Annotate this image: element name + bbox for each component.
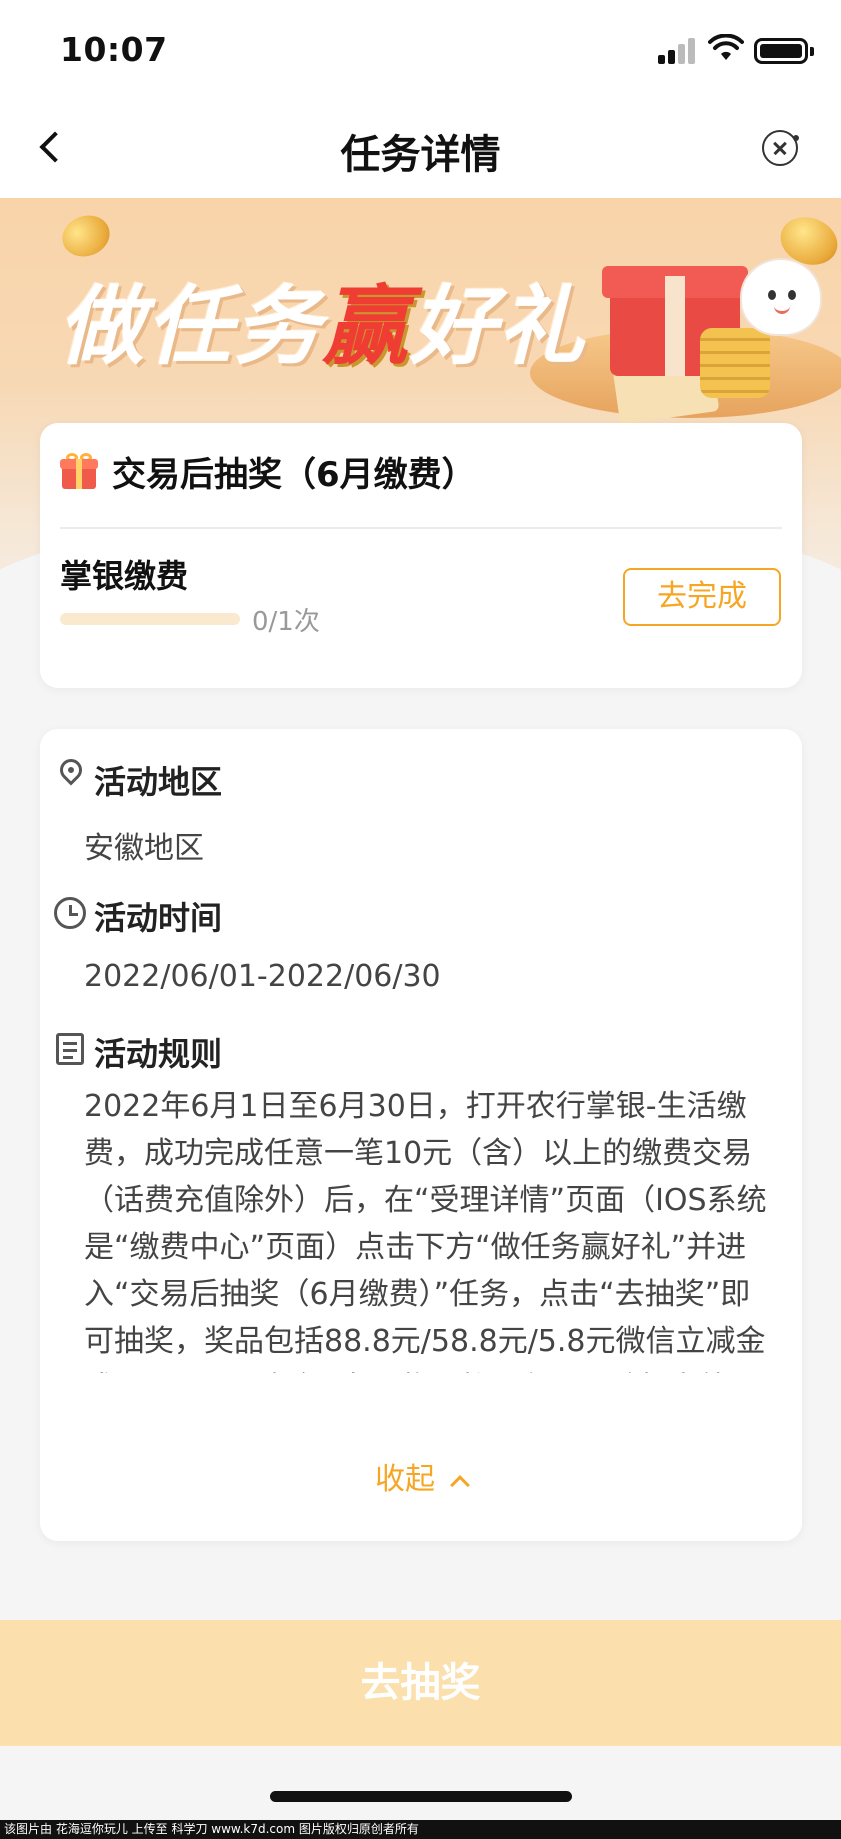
home-indicator (270, 1791, 572, 1802)
status-bar: 10:07 (0, 0, 841, 100)
coin-decoration-icon (56, 208, 116, 264)
time-label: 活动时间 (94, 899, 223, 937)
page-title: 任务详情 (340, 132, 501, 178)
complete-task-button[interactable]: 去完成 (623, 568, 781, 626)
wifi-icon (708, 34, 744, 60)
close-icon (793, 135, 799, 141)
subtask-name: 掌银缴费 (60, 557, 189, 595)
watermark-text: 该图片由 花海逗你玩儿 上传至 科学刀 www.k7d.com 图片版权归原创者… (0, 1820, 841, 1839)
rules-label: 活动规则 (94, 1035, 223, 1073)
rules-text: 2022年6月1日至6月30日，打开农行掌银-生活缴费，成功完成任意一笔10元（… (84, 1089, 767, 1373)
mascot-illustration (740, 258, 822, 336)
banner-title-highlight: 赢 (322, 277, 410, 377)
task-card: 交易后抽奖（6月缴费） 掌银缴费 0/1次 去完成 (40, 423, 802, 688)
status-time: 10:07 (60, 30, 168, 69)
battery-icon (754, 38, 814, 64)
collapse-label: 收起 (375, 1462, 435, 1497)
close-miniprogram-button[interactable] (762, 130, 799, 166)
divider (60, 527, 782, 529)
region-label: 活动地区 (94, 763, 223, 801)
rules-scroll-area[interactable]: 2022年6月1日至6月30日，打开农行掌银-生活缴费，成功完成任意一笔10元（… (84, 1083, 774, 1373)
chevron-up-icon (450, 1475, 470, 1495)
banner-title: 做任务赢好礼 (58, 256, 586, 381)
activity-info-card: 活动地区 安徽地区 活动时间 2022/06/01-2022/06/30 活动规… (40, 729, 802, 1541)
location-pin-icon (55, 754, 87, 789)
coin-stack-decoration (700, 328, 770, 398)
task-progress-bar (60, 613, 240, 625)
collapse-button[interactable]: 收起 (40, 1454, 802, 1498)
banner-title-part1: 做任务 (58, 277, 322, 377)
draw-lottery-button[interactable]: 去抽奖 (0, 1620, 841, 1746)
nav-bar: 任务详情 (0, 100, 841, 198)
time-value: 2022/06/01-2022/06/30 (84, 959, 441, 994)
clock-icon (54, 897, 86, 929)
document-icon (56, 1033, 84, 1065)
task-title: 交易后抽奖（6月缴费） (112, 455, 476, 495)
gift-icon (60, 453, 98, 491)
banner-title-part2: 好礼 (410, 277, 586, 377)
cellular-signal-icon (658, 36, 698, 64)
task-progress-text: 0/1次 (252, 607, 320, 637)
region-value: 安徽地区 (84, 831, 204, 866)
